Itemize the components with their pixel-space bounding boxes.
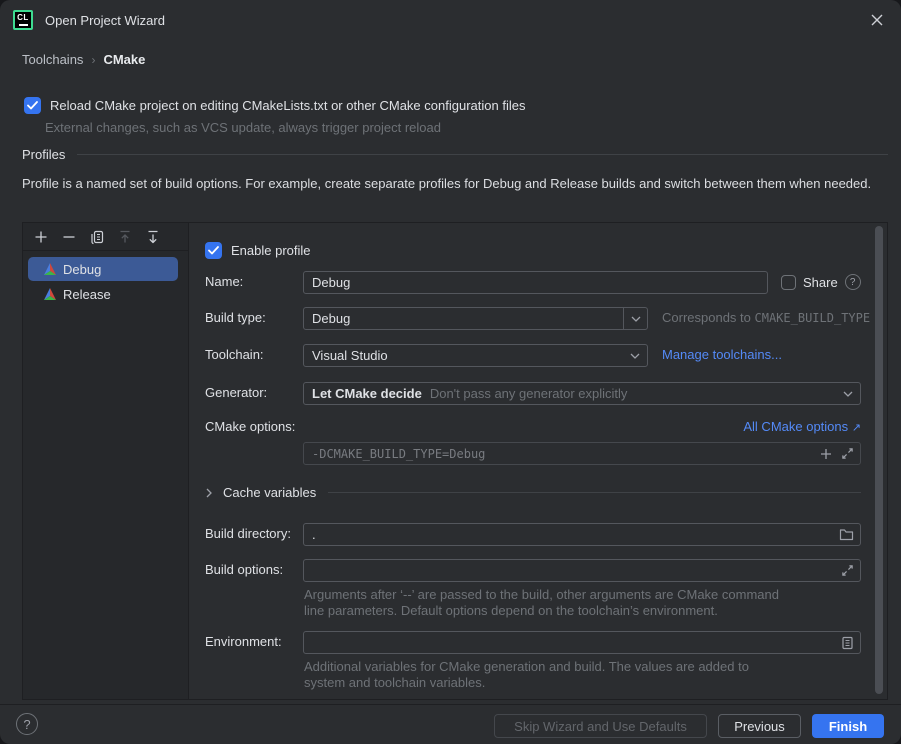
all-cmake-options-link[interactable]: All CMake options ↗ (743, 419, 861, 434)
generator-label: Generator: (205, 385, 267, 400)
share-help-icon[interactable]: ? (845, 274, 861, 290)
reload-cmake-checkbox[interactable] (24, 97, 41, 114)
name-input[interactable]: Debug (303, 271, 768, 294)
profiles-list: Debug Release (23, 251, 188, 306)
build-options-input[interactable] (303, 559, 861, 582)
cmake-icon (43, 287, 57, 301)
add-option-icon[interactable] (819, 447, 833, 461)
chevron-right-icon (205, 487, 213, 499)
share-label: Share (803, 275, 838, 290)
cmake-options-label: CMake options: (205, 419, 295, 434)
open-project-wizard-dialog: CL Open Project Wizard Toolchains › CMak… (0, 0, 901, 744)
footer-bar: ? Skip Wizard and Use Defaults Previous … (0, 704, 901, 744)
profile-detail-form: Enable profile Name: Debug Share ? Build… (190, 223, 887, 699)
skip-wizard-button[interactable]: Skip Wizard and Use Defaults (494, 714, 707, 738)
cmake-icon (43, 262, 57, 276)
list-item-debug[interactable]: Debug (28, 257, 178, 281)
enable-profile-row[interactable]: Enable profile (205, 242, 311, 259)
list-item-release[interactable]: Release (28, 282, 178, 306)
help-icon[interactable]: ? (16, 713, 38, 735)
expand-icon[interactable] (841, 447, 854, 460)
title-bar: CL Open Project Wizard (0, 0, 901, 40)
cache-variables-section[interactable]: Cache variables (205, 485, 861, 500)
build-directory-input[interactable]: . (303, 523, 861, 546)
build-options-hint: Arguments after ‘--’ are passed to the b… (304, 587, 789, 618)
add-icon[interactable] (32, 228, 50, 246)
folder-icon[interactable] (839, 528, 854, 541)
move-up-icon[interactable] (116, 228, 134, 246)
toolchain-dropdown[interactable]: Visual Studio (303, 344, 648, 367)
move-down-icon[interactable] (144, 228, 162, 246)
manage-toolchains-link[interactable]: Manage toolchains... (662, 347, 782, 362)
profiles-panel: Debug Release Enable profile (22, 222, 888, 700)
reload-cmake-hint: External changes, such as VCS update, al… (45, 120, 441, 135)
cmake-options-input[interactable]: -DCMAKE_BUILD_TYPE=Debug (303, 442, 861, 465)
finish-button[interactable]: Finish (812, 714, 884, 738)
enable-profile-checkbox[interactable] (205, 242, 222, 259)
close-icon[interactable] (861, 4, 893, 36)
copy-icon[interactable] (88, 228, 106, 246)
breadcrumb: Toolchains › CMake (22, 52, 145, 67)
enable-profile-label: Enable profile (231, 243, 311, 258)
profiles-toolbar (23, 223, 188, 251)
name-label: Name: (205, 274, 243, 289)
cache-variables-divider (328, 492, 861, 493)
share-checkbox[interactable] (781, 275, 796, 290)
generator-placeholder: Don't pass any generator explicitly (430, 386, 842, 401)
profile-name: Debug (63, 262, 101, 277)
profiles-list-column: Debug Release (23, 223, 189, 699)
profiles-section-title: Profiles (22, 147, 65, 162)
vertical-scrollbar[interactable] (875, 226, 883, 694)
external-link-icon: ↗ (852, 422, 861, 434)
environment-input[interactable] (303, 631, 861, 654)
build-type-label: Build type: (205, 310, 266, 325)
profile-name: Release (63, 287, 111, 302)
previous-button[interactable]: Previous (718, 714, 801, 738)
breadcrumb-separator-icon: › (91, 53, 95, 67)
environment-hint: Additional variables for CMake generatio… (304, 659, 789, 690)
reload-cmake-label: Reload CMake project on editing CMakeLis… (50, 98, 525, 113)
variables-list-icon[interactable] (841, 636, 854, 650)
chevron-down-icon (842, 390, 854, 398)
generator-dropdown[interactable]: Let CMake decide Don't pass any generato… (303, 382, 861, 405)
remove-icon[interactable] (60, 228, 78, 246)
cache-variables-label: Cache variables (223, 485, 316, 500)
profiles-description: Profile is a named set of build options.… (22, 175, 872, 193)
share-row[interactable]: Share ? (781, 274, 861, 290)
build-directory-label: Build directory: (205, 526, 291, 541)
build-options-label: Build options: (205, 562, 283, 577)
clion-logo-icon: CL (13, 10, 33, 30)
environment-label: Environment: (205, 634, 282, 649)
toolchain-label: Toolchain: (205, 347, 264, 362)
expand-icon[interactable] (841, 564, 854, 577)
profiles-divider (77, 154, 888, 155)
breadcrumb-toolchains[interactable]: Toolchains (22, 52, 83, 67)
chevron-down-icon[interactable] (623, 307, 648, 330)
reload-cmake-checkbox-row[interactable]: Reload CMake project on editing CMakeLis… (24, 97, 525, 114)
breadcrumb-cmake: CMake (103, 52, 145, 67)
window-title: Open Project Wizard (45, 13, 165, 28)
chevron-down-icon (629, 352, 641, 360)
profiles-section-header: Profiles (22, 147, 888, 162)
build-type-dropdown[interactable]: Debug (303, 307, 648, 330)
build-type-hint: Corresponds to CMAKE_BUILD_TYPE (662, 310, 870, 325)
